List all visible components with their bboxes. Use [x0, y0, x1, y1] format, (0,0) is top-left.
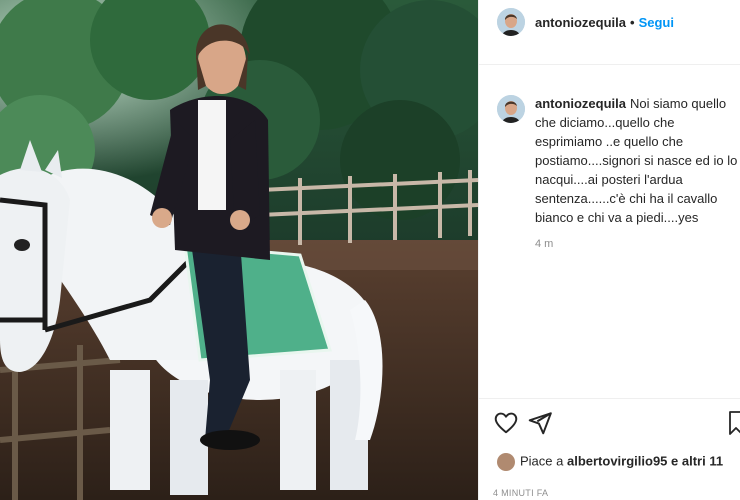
caption-time: 4 m [535, 238, 554, 250]
caption-avatar[interactable] [497, 95, 525, 123]
liker-username[interactable]: albertovirgilio95 [567, 453, 667, 468]
separator-dot: • [630, 15, 635, 30]
post-header: antoniozequila • Segui [479, 0, 740, 65]
header-user-line: antoniozequila • Segui [535, 15, 674, 30]
post-timestamp[interactable]: 4 MINUTI FA [493, 488, 548, 498]
likes-summary[interactable]: Piace a albertovirgilio95 e altri 11 [497, 453, 723, 471]
paper-plane-icon[interactable] [527, 410, 553, 441]
header-username[interactable]: antoniozequila [535, 15, 626, 30]
post-photo[interactable] [0, 0, 478, 500]
follow-button[interactable]: Segui [639, 15, 674, 30]
liker-avatar [497, 453, 515, 471]
heart-icon[interactable] [493, 410, 519, 441]
caption-username[interactable]: antoniozequila [535, 96, 626, 111]
likes-prefix: Piace a [520, 453, 567, 469]
author-avatar[interactable] [497, 8, 525, 36]
bookmark-icon[interactable] [729, 410, 740, 441]
divider [479, 398, 740, 399]
likes-others[interactable]: e altri 11 [667, 453, 723, 468]
post-side-panel: antoniozequila • Segui antoniozequila Noi s… [478, 0, 740, 500]
caption-text: Noi siamo quello che diciamo...quello ch… [535, 96, 738, 225]
post-caption: antoniozequila Noi siamo quello che dicia… [535, 94, 740, 227]
